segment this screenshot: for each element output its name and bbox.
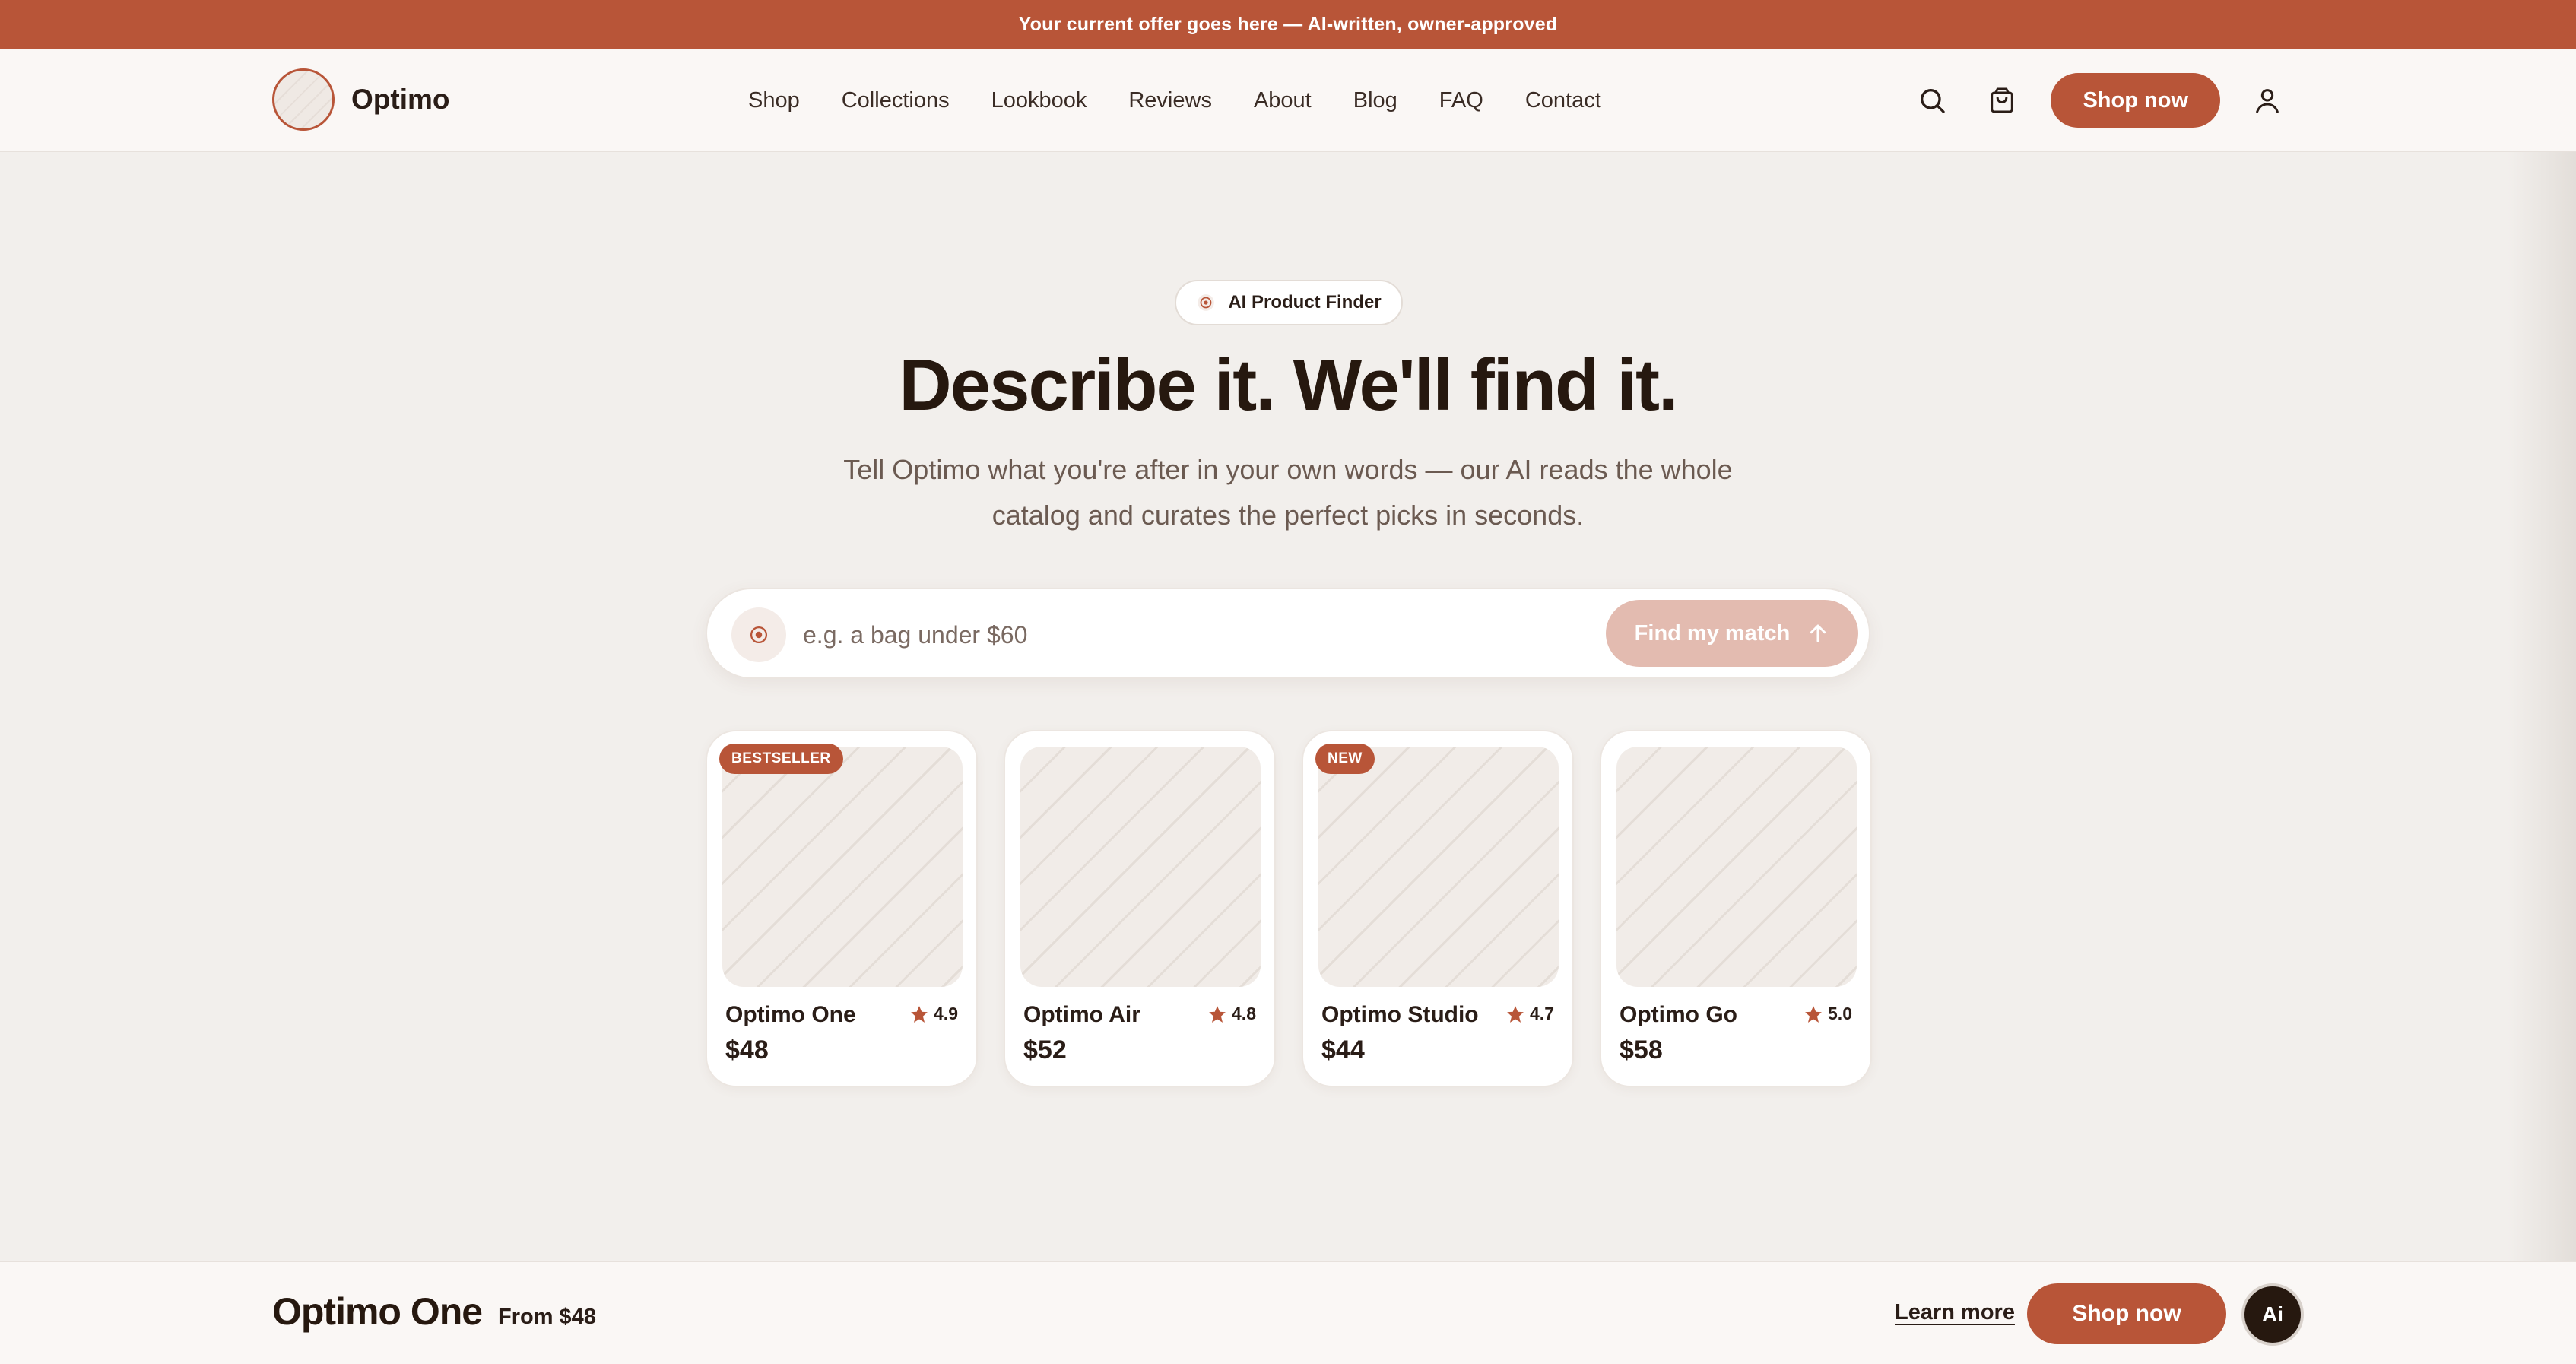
main-nav: Shop Collections Lookbook Reviews About … xyxy=(748,49,1601,152)
ai-search-icon-wrap xyxy=(731,607,786,662)
rating-value: 4.9 xyxy=(934,1004,958,1023)
sticky-product-name: Optimo One xyxy=(272,1290,483,1333)
rating-value: 4.8 xyxy=(1232,1004,1256,1023)
nav-reviews[interactable]: Reviews xyxy=(1128,88,1212,113)
product-name: Optimo Studio xyxy=(1321,1002,1479,1027)
product-card[interactable]: NEW Optimo Studio 4.7 $44 xyxy=(1302,730,1574,1087)
account-button[interactable] xyxy=(2246,79,2289,122)
find-my-match-button[interactable]: Find my match xyxy=(1606,600,1858,667)
promo-banner[interactable]: Your current offer goes here — AI-writte… xyxy=(0,0,2576,49)
product-image xyxy=(1318,747,1559,987)
find-button-label: Find my match xyxy=(1634,620,1791,646)
chip-label: AI Product Finder xyxy=(1228,292,1382,312)
sparkle-icon xyxy=(750,626,768,644)
product-name: Optimo Go xyxy=(1620,1002,1737,1027)
nav-blog[interactable]: Blog xyxy=(1353,88,1397,113)
sparkle-icon xyxy=(1198,294,1215,311)
product-badge: NEW xyxy=(1315,744,1375,774)
product-rating: 4.7 xyxy=(1505,1004,1554,1024)
rating-value: 5.0 xyxy=(1828,1004,1852,1023)
product-badge: BESTSELLER xyxy=(719,744,843,774)
search-button[interactable] xyxy=(1911,79,1953,122)
header-actions: Shop now xyxy=(1911,71,2289,129)
star-icon xyxy=(1209,1005,1226,1023)
search-input[interactable] xyxy=(803,612,1502,658)
nav-contact[interactable]: Contact xyxy=(1525,88,1601,113)
edge-shadow xyxy=(2508,152,2576,1261)
star-icon xyxy=(1507,1005,1524,1023)
product-image xyxy=(1616,747,1857,987)
sticky-product-bar: Optimo One From $48 Learn more Shop now … xyxy=(0,1261,2576,1364)
product-price: $48 xyxy=(725,1036,769,1064)
product-name: Optimo Air xyxy=(1023,1002,1140,1027)
hero-title: Describe it. We'll find it. xyxy=(899,344,1678,426)
product-price: $58 xyxy=(1620,1036,1663,1064)
product-card[interactable]: Optimo Go 5.0 $58 xyxy=(1600,730,1872,1087)
search-icon xyxy=(1921,89,1946,113)
hero-subtitle: Tell Optimo what you're after in your ow… xyxy=(843,454,1733,531)
nav-collections[interactable]: Collections xyxy=(842,88,950,113)
logo-icon xyxy=(272,68,335,131)
ai-finder-chip: AI Product Finder xyxy=(1175,280,1403,325)
user-icon xyxy=(2256,89,2279,113)
nav-lookbook[interactable]: Lookbook xyxy=(991,88,1087,113)
ai-assistant-button[interactable]: Ai xyxy=(2241,1283,2304,1346)
brand-logo[interactable]: Optimo xyxy=(272,68,449,131)
nav-shop[interactable]: Shop xyxy=(748,88,800,113)
product-search-bar: Find my match xyxy=(706,588,1870,679)
product-grid: BESTSELLER Optimo One 4.9 $48 Optimo Air… xyxy=(706,730,1872,1087)
product-image xyxy=(722,747,963,987)
star-icon xyxy=(1805,1005,1822,1023)
rating-value: 4.7 xyxy=(1530,1004,1554,1023)
arrow-up-icon xyxy=(1810,624,1826,642)
learn-more-link[interactable]: Learn more xyxy=(1895,1300,2015,1325)
product-name: Optimo One xyxy=(725,1002,856,1027)
product-price: $44 xyxy=(1321,1036,1365,1064)
cart-icon xyxy=(1991,87,2014,113)
sticky-shop-now-button[interactable]: Shop now xyxy=(2027,1283,2226,1344)
cart-button[interactable] xyxy=(1981,79,2023,122)
product-card[interactable]: Optimo Air 4.8 $52 xyxy=(1004,730,1276,1087)
header-shop-now-button[interactable]: Shop now xyxy=(2051,73,2220,128)
product-rating: 4.8 xyxy=(1207,1004,1256,1024)
page: Your current offer goes here — AI-writte… xyxy=(0,0,2576,1364)
nav-about[interactable]: About xyxy=(1254,88,1312,113)
site-header: Optimo Shop Collections Lookbook Reviews… xyxy=(0,49,2576,152)
brand-name: Optimo xyxy=(351,84,450,115)
product-image xyxy=(1020,747,1261,987)
product-price: $52 xyxy=(1023,1036,1067,1064)
product-rating: 4.9 xyxy=(909,1004,958,1024)
promo-text: Your current offer goes here — AI-writte… xyxy=(1018,13,1558,35)
product-card[interactable]: BESTSELLER Optimo One 4.9 $48 xyxy=(706,730,978,1087)
product-rating: 5.0 xyxy=(1804,1004,1852,1024)
sticky-product-price: From $48 xyxy=(498,1305,596,1329)
star-icon xyxy=(911,1005,928,1023)
nav-faq[interactable]: FAQ xyxy=(1439,88,1483,113)
